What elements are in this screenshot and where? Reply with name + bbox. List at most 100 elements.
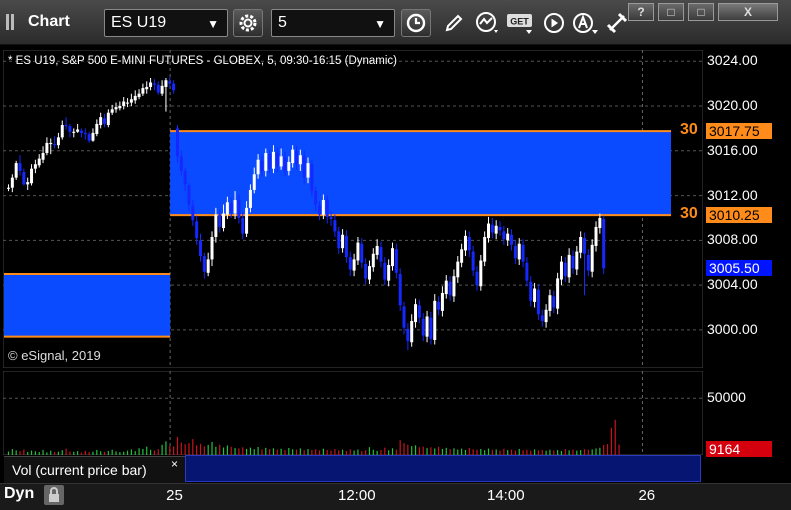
link-chain-icon xyxy=(606,12,628,34)
price-tick-label: 3024.00 xyxy=(707,52,758,69)
candle-body xyxy=(214,214,218,237)
link-button[interactable] xyxy=(603,9,631,37)
candle-body xyxy=(33,164,37,169)
volume-study-strip xyxy=(185,455,701,482)
interval-settings-button[interactable] xyxy=(401,9,431,37)
candle-body xyxy=(291,149,295,164)
candle-body xyxy=(371,253,375,268)
play-icon xyxy=(544,13,564,33)
volume-study-label-text: Vol (current price bar) xyxy=(12,462,147,478)
candle-body xyxy=(199,240,202,257)
box-bottom-count-label: 30 xyxy=(680,205,698,222)
candle-body xyxy=(206,259,210,273)
candle-body xyxy=(137,93,141,98)
volume-value-tag: 9164 xyxy=(706,440,772,457)
close-button[interactable]: X xyxy=(718,3,778,21)
candle-body xyxy=(471,251,475,271)
candle-body xyxy=(602,219,606,269)
candle-body xyxy=(18,163,22,171)
candle-body xyxy=(344,235,348,258)
candle-body xyxy=(95,123,99,134)
candle-body xyxy=(583,238,586,254)
clock-icon xyxy=(406,13,426,33)
candle-body xyxy=(421,318,425,336)
maximize-button[interactable]: □ xyxy=(688,3,714,21)
candle-body xyxy=(452,276,456,297)
candle-body xyxy=(406,328,410,342)
candle-body xyxy=(579,236,583,253)
last-price-tag: 3005.50 xyxy=(706,260,772,277)
replay-button[interactable] xyxy=(540,9,568,37)
chart-info-text: * ES U19, S&P 500 E-MINI FUTURES - GLOBE… xyxy=(8,55,398,67)
candle-body xyxy=(440,292,444,311)
candle-body xyxy=(414,304,418,323)
dynamic-mode-label[interactable]: Dyn xyxy=(4,485,34,503)
get-icon: GET xyxy=(507,14,532,34)
candle-body xyxy=(72,131,76,133)
price-axis[interactable]: 3024.00 3020.00 3016.00 3012.00 3008.00 3004.… xyxy=(703,50,791,368)
symbol-settings-button[interactable] xyxy=(233,9,263,37)
candle-body xyxy=(533,288,537,302)
candle-body xyxy=(448,281,452,296)
lock-icon[interactable] xyxy=(44,485,64,505)
candle-body xyxy=(287,161,291,171)
interval-value: 5 xyxy=(278,14,287,31)
candle-body xyxy=(556,278,560,309)
volume-study-close-icon[interactable]: × xyxy=(171,457,178,471)
volume-axis[interactable]: 50000 9164 xyxy=(703,371,791,457)
candle-body xyxy=(417,305,421,318)
candle-body xyxy=(145,86,149,90)
price-chart-pane[interactable] xyxy=(3,50,703,368)
candle-body xyxy=(210,236,214,260)
candle-body xyxy=(563,262,567,277)
draw-tool-button[interactable] xyxy=(440,9,468,37)
candle-body xyxy=(103,118,106,124)
restore-button[interactable]: □ xyxy=(658,3,684,21)
candle-body xyxy=(268,154,272,169)
candle-body xyxy=(110,109,114,113)
get-data-button[interactable]: GET xyxy=(506,9,536,37)
symbol-combo[interactable]: ES U19 ▼ xyxy=(104,9,228,37)
price-tick-label: 3000.00 xyxy=(707,320,758,337)
candle-body xyxy=(126,102,130,104)
candle-body xyxy=(410,320,414,343)
candle-body xyxy=(195,221,199,239)
candle-body xyxy=(425,316,429,337)
candle-body xyxy=(391,248,394,267)
candle-body xyxy=(356,242,360,261)
candle-body xyxy=(321,200,325,215)
help-button[interactable]: ? xyxy=(628,3,654,21)
svg-text:GET: GET xyxy=(510,17,529,27)
candle-body xyxy=(540,315,544,321)
candle-body xyxy=(498,226,502,231)
drag-grip-icon[interactable] xyxy=(6,14,20,30)
candle-body xyxy=(283,157,287,171)
candle-body xyxy=(7,187,10,189)
candle-body xyxy=(275,153,279,167)
time-axis-bar[interactable] xyxy=(0,483,791,510)
symbol-value: ES U19 xyxy=(111,14,167,31)
candle-body xyxy=(467,236,471,251)
candle-body xyxy=(306,163,310,178)
volume-study-label[interactable]: Vol (current price bar) xyxy=(4,456,186,484)
alerts-button[interactable] xyxy=(571,9,599,37)
volume-chart-pane[interactable] xyxy=(3,371,703,455)
chevron-down-icon: ▼ xyxy=(374,17,386,31)
candle-body xyxy=(122,101,126,106)
studies-button[interactable] xyxy=(473,9,501,37)
candle-body xyxy=(590,244,594,272)
candle-body xyxy=(260,160,264,171)
candle-body xyxy=(506,233,510,241)
interval-combo[interactable]: 5 ▼ xyxy=(271,9,395,37)
candle-body xyxy=(245,207,249,234)
candle-body xyxy=(364,263,368,279)
price-tick-label: 3020.00 xyxy=(707,96,758,113)
candle-body xyxy=(248,189,252,208)
gear-icon xyxy=(239,14,257,32)
candle-body xyxy=(367,266,371,280)
candle-body xyxy=(152,83,156,85)
candle-body xyxy=(598,217,602,229)
candle-body xyxy=(559,261,563,280)
price-tick-label: 3004.00 xyxy=(707,276,758,293)
candle-body xyxy=(156,84,160,93)
